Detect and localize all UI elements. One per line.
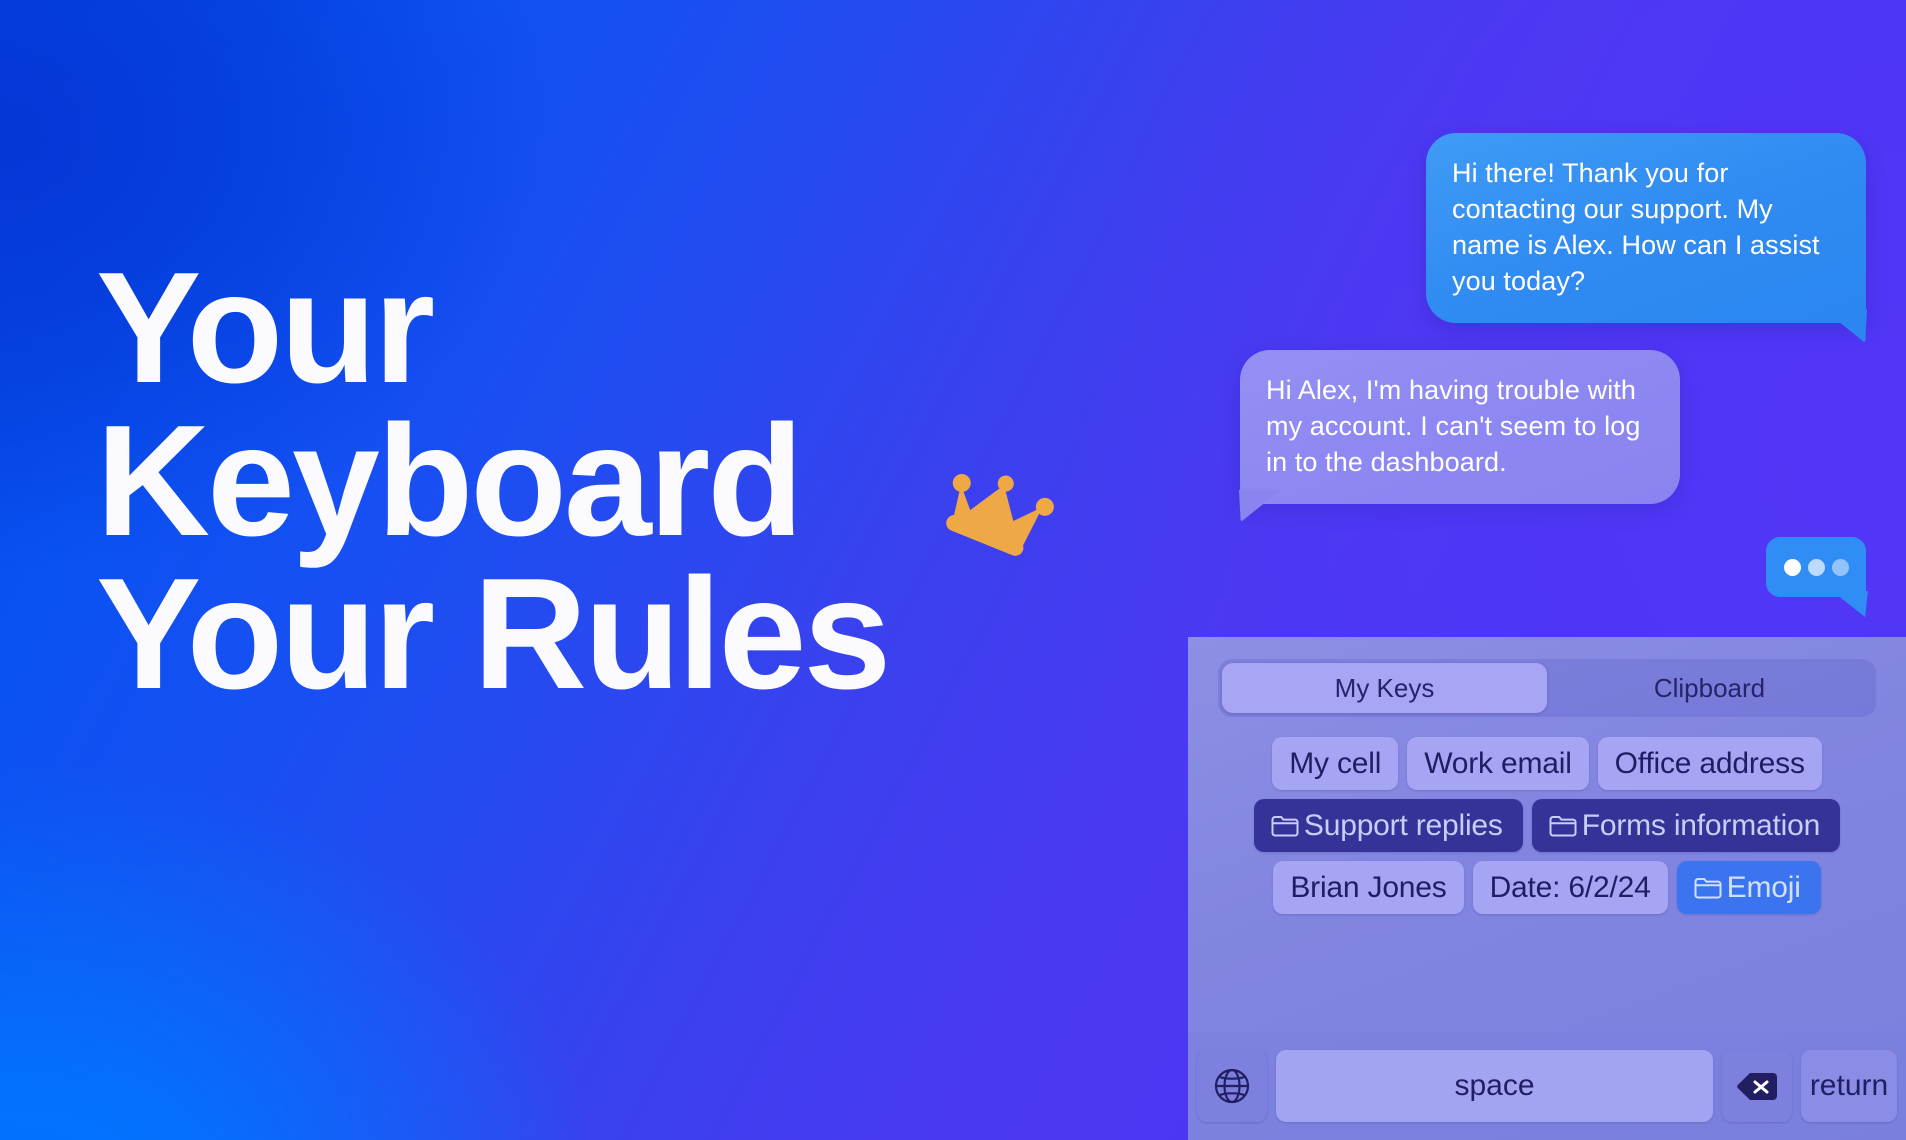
chip-support-replies-label: Support replies [1303, 808, 1503, 842]
backspace-key[interactable] [1722, 1050, 1792, 1122]
folder-icon [1694, 877, 1722, 898]
headline-line-1: Your [96, 240, 435, 416]
return-key-label: return [1809, 1069, 1889, 1102]
chip-row-3: Brian Jones Date: 6/2/24 Emoji [1218, 861, 1876, 914]
chip-office-address[interactable]: Office address [1597, 737, 1822, 790]
chip-row-1: My cell Work email Office address [1218, 737, 1876, 790]
chip-work-email-label: Work email [1424, 746, 1572, 780]
keyboard-bottom-row: space return [1188, 1032, 1906, 1140]
chip-work-email[interactable]: Work email [1407, 737, 1589, 790]
chip-emoji[interactable]: Emoji [1676, 861, 1821, 914]
headline-line-3-wrapper: Your Rules [96, 473, 1056, 722]
tab-clipboard[interactable]: Clipboard [1547, 663, 1872, 713]
backspace-icon [1737, 1072, 1777, 1100]
chat-bubble-agent: Hi there! Thank you for contacting our s… [1426, 133, 1866, 323]
globe-icon [1214, 1068, 1250, 1104]
headline-line-3: Your Rules [96, 546, 891, 722]
typing-dot-1 [1784, 559, 1801, 576]
chip-date[interactable]: Date: 6/2/24 [1472, 861, 1668, 914]
folder-icon [1549, 815, 1577, 836]
tab-my-keys[interactable]: My Keys [1222, 663, 1547, 713]
chip-brian-jones[interactable]: Brian Jones [1273, 861, 1464, 914]
chip-my-cell[interactable]: My cell [1272, 737, 1399, 790]
typing-dot-2 [1808, 559, 1825, 576]
snippet-chip-grid: My cell Work email Office address Suppor… [1218, 737, 1876, 923]
chip-office-address-label: Office address [1614, 746, 1805, 780]
keyboard-tab-bar: My Keys Clipboard [1218, 659, 1876, 717]
hero-headline: Your Keyboard Your Rules [96, 240, 1056, 722]
chip-row-2: Support replies Forms information [1218, 799, 1876, 852]
folder-icon [1271, 815, 1299, 836]
return-key[interactable]: return [1801, 1050, 1897, 1122]
globe-key[interactable] [1197, 1050, 1267, 1122]
chat-bubble-user-text: Hi Alex, I'm having trouble with my acco… [1266, 375, 1641, 477]
chip-brian-jones-label: Brian Jones [1290, 870, 1447, 904]
typing-dot-3 [1832, 559, 1849, 576]
space-key[interactable]: space [1276, 1050, 1713, 1122]
chip-my-cell-label: My cell [1289, 746, 1382, 780]
headline-line-2: Keyboard [96, 393, 804, 569]
chip-forms-information-label: Forms information [1581, 808, 1821, 842]
chip-date-label: Date: 6/2/24 [1489, 870, 1651, 904]
space-key-label: space [1454, 1069, 1535, 1102]
chat-bubble-user: Hi Alex, I'm having trouble with my acco… [1240, 350, 1680, 504]
tab-clipboard-label: Clipboard [1653, 672, 1766, 703]
typing-indicator [1766, 537, 1868, 617]
chat-bubble-agent-text: Hi there! Thank you for contacting our s… [1452, 158, 1820, 296]
custom-keyboard-panel: My Keys Clipboard My cell Work email Off… [1188, 637, 1906, 1140]
chip-forms-information[interactable]: Forms information [1531, 799, 1841, 852]
chip-support-replies[interactable]: Support replies [1253, 799, 1523, 852]
tab-my-keys-label: My Keys [1334, 672, 1435, 703]
chip-emoji-label: Emoji [1726, 870, 1801, 904]
